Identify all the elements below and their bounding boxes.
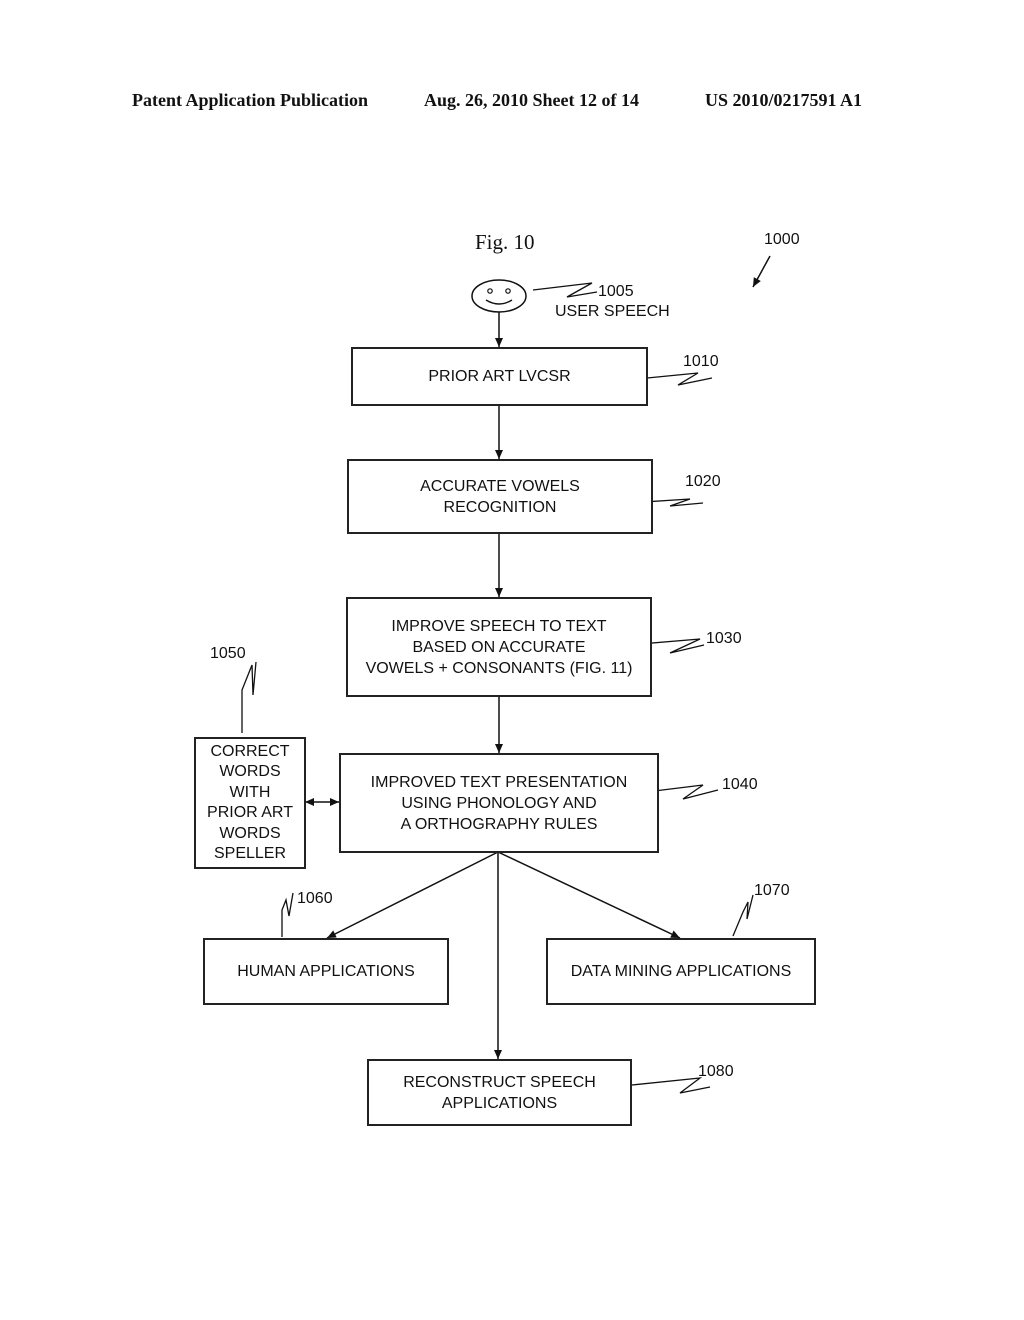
leader-1010	[636, 372, 713, 386]
node-1040-improved-text-presentation: IMPROVED TEXT PRESENTATION USING PHONOLO…	[339, 753, 659, 853]
ref-1005: 1005	[598, 283, 634, 300]
leader-1005	[532, 282, 598, 298]
node-1060-human-applications: HUMAN APPLICATIONS	[203, 938, 449, 1005]
ref-1040: 1040	[722, 776, 758, 793]
node-1050-correct-words-speller: CORRECT WORDS WITH PRIOR ART WORDS SPELL…	[194, 737, 306, 869]
node-1030-improve-speech-to-text: IMPROVE SPEECH TO TEXT BASED ON ACCURATE…	[346, 597, 652, 697]
leader-1050	[241, 661, 257, 733]
ref-1030: 1030	[706, 630, 742, 647]
leader-1070	[732, 894, 754, 937]
node-1070-data-mining-applications: DATA MINING APPLICATIONS	[546, 938, 816, 1005]
leader-1060	[281, 892, 294, 937]
ref-1070: 1070	[754, 882, 790, 899]
ref-1020: 1020	[685, 473, 721, 490]
node-1010-prior-art-lvcsr: PRIOR ART LVCSR	[351, 347, 648, 406]
ref-1060: 1060	[297, 890, 333, 907]
edge-1040-1070	[497, 851, 681, 939]
node-1080-reconstruct-speech: RECONSTRUCT SPEECH APPLICATIONS	[367, 1059, 632, 1126]
edge-1040-1060	[326, 851, 499, 939]
ref-1010: 1010	[683, 353, 719, 370]
node-1020-accurate-vowels: ACCURATE VOWELS RECOGNITION	[347, 459, 653, 534]
ref-1080: 1080	[698, 1063, 734, 1080]
user-speech-label: USER SPEECH	[555, 303, 670, 320]
leader-1000-arrow	[752, 255, 771, 288]
ref-1050: 1050	[210, 645, 246, 662]
user-smiley-icon	[471, 279, 527, 313]
